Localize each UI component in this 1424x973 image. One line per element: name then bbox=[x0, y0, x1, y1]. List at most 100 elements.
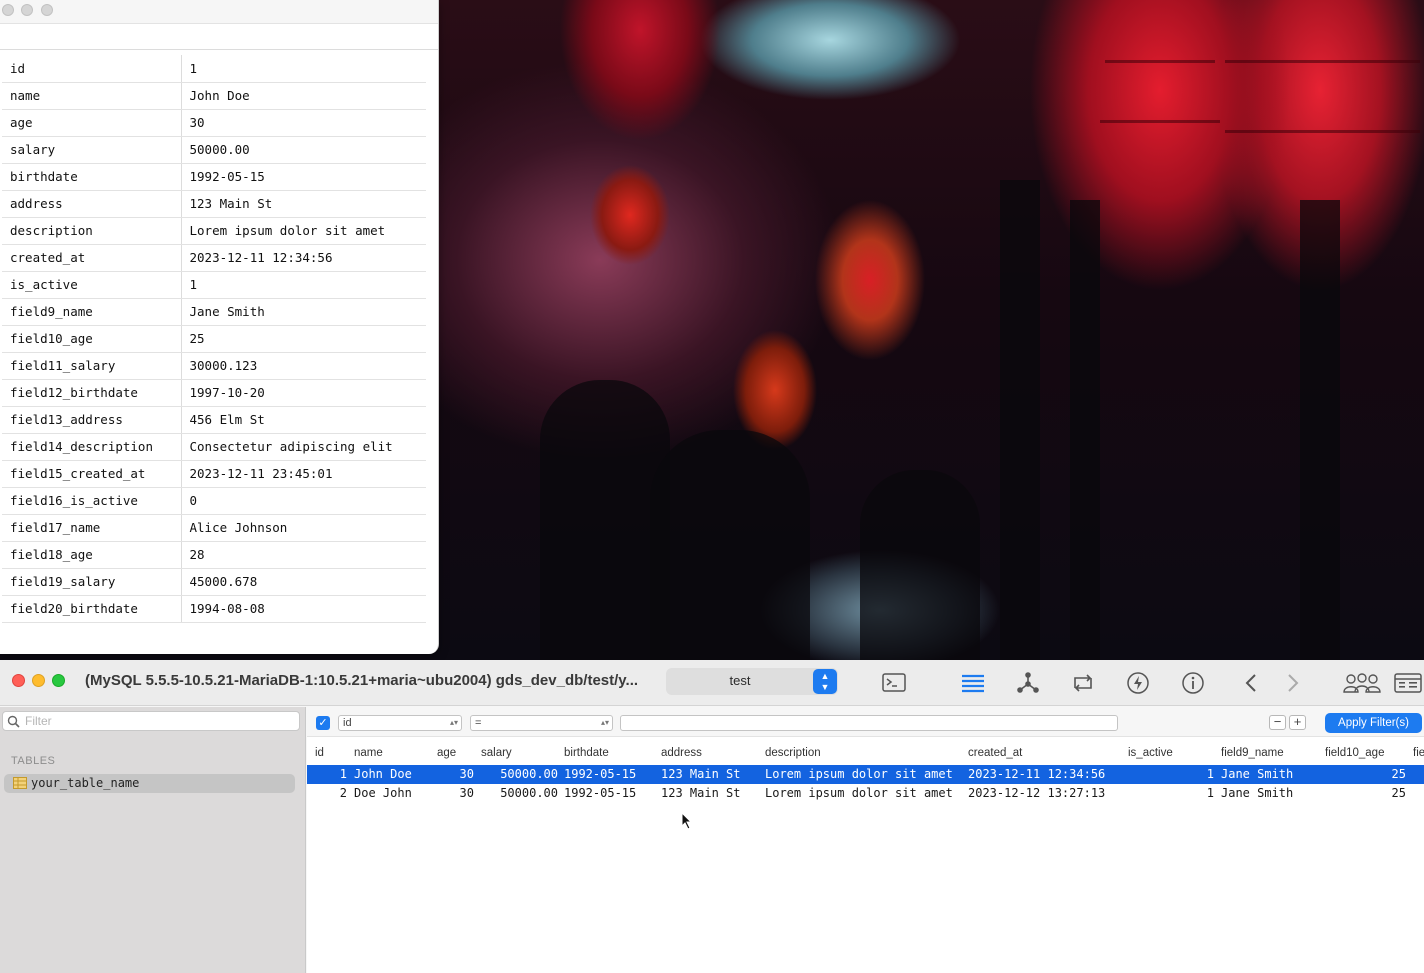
table-filter[interactable] bbox=[2, 711, 300, 731]
field-value[interactable]: Consectetur adipiscing elit bbox=[181, 433, 426, 461]
filter-operator-select[interactable]: = ▴▾ bbox=[470, 715, 613, 731]
mouse-cursor-icon bbox=[681, 812, 693, 830]
field-value[interactable]: 0 bbox=[181, 487, 426, 515]
field-key: age bbox=[2, 109, 182, 137]
field-value[interactable]: 456 Elm St bbox=[181, 406, 426, 434]
cell-birthdate[interactable]: 1992-05-15 bbox=[564, 786, 636, 800]
column-header[interactable]: birthdate bbox=[564, 747, 609, 759]
chevron-updown-icon: ▴▾ bbox=[600, 718, 609, 727]
cell-address[interactable]: 123 Main St bbox=[661, 786, 740, 800]
console-icon[interactable] bbox=[881, 670, 907, 696]
chevron-updown-icon: ▲ ▼ bbox=[813, 669, 837, 694]
forward-icon[interactable] bbox=[1279, 670, 1305, 696]
field-value[interactable]: Alice Johnson bbox=[181, 514, 426, 542]
cell-field10-age[interactable]: 25 bbox=[1325, 786, 1406, 800]
column-header[interactable]: fie bbox=[1413, 747, 1424, 759]
detail-close-button[interactable] bbox=[2, 4, 14, 16]
record-field-row: birthdate 1992-05-15 bbox=[2, 163, 426, 191]
record-field-row: created_at 2023-12-11 12:34:56 bbox=[2, 244, 426, 272]
cell-age[interactable]: 30 bbox=[437, 767, 474, 781]
field-key: field15_created_at bbox=[2, 460, 182, 488]
column-header[interactable]: address bbox=[661, 747, 702, 759]
add-filter-button[interactable]: + bbox=[1289, 715, 1306, 730]
cell-salary[interactable]: 50000.00 bbox=[481, 767, 558, 781]
table-row[interactable]: 1 John Doe 30 50000.00 1992-05-15 123 Ma… bbox=[307, 765, 1424, 784]
filter-operator-value: = bbox=[475, 717, 482, 729]
bolt-icon[interactable] bbox=[1125, 670, 1151, 696]
field-value[interactable]: 30000.123 bbox=[181, 352, 426, 380]
users-icon[interactable] bbox=[1342, 670, 1382, 696]
column-header[interactable]: age bbox=[437, 747, 456, 759]
sidebar-item-table[interactable]: your_table_name bbox=[4, 774, 295, 793]
list-icon[interactable] bbox=[960, 670, 986, 696]
cell-is-active[interactable]: 1 bbox=[1128, 786, 1214, 800]
info-icon[interactable] bbox=[1180, 670, 1206, 696]
filter-value-field[interactable] bbox=[620, 715, 1118, 731]
column-header[interactable]: field9_name bbox=[1221, 747, 1284, 759]
detail-minimize-button[interactable] bbox=[21, 4, 33, 16]
cell-id[interactable]: 1 bbox=[315, 767, 347, 781]
cell-salary[interactable]: 50000.00 bbox=[481, 786, 558, 800]
column-header[interactable]: field10_age bbox=[1325, 747, 1384, 759]
field-value[interactable]: 1992-05-15 bbox=[181, 163, 426, 191]
cell-created-at[interactable]: 2023-12-11 12:34:56 bbox=[968, 767, 1105, 781]
filter-enabled-checkbox[interactable]: ✓ bbox=[316, 716, 330, 730]
filter-field-select[interactable]: id ▴▾ bbox=[338, 715, 462, 731]
column-header[interactable]: salary bbox=[481, 747, 512, 759]
refresh-icon[interactable] bbox=[1070, 670, 1096, 696]
table-row[interactable]: 2 Doe John 30 50000.00 1992-05-15 123 Ma… bbox=[307, 784, 1424, 803]
record-detail-window: id 1 name John Doe age 30 salary 50000.00 birthd… bbox=[0, 0, 439, 654]
field-value[interactable]: Jane Smith bbox=[181, 298, 426, 326]
remove-filter-button[interactable]: − bbox=[1269, 715, 1286, 730]
close-button[interactable] bbox=[12, 674, 25, 687]
field-key: name bbox=[2, 82, 182, 110]
apply-filter-button[interactable]: Apply Filter(s) bbox=[1325, 713, 1422, 733]
table-filter-input[interactable] bbox=[25, 714, 285, 728]
field-value[interactable]: John Doe bbox=[181, 82, 426, 110]
field-value[interactable]: 1 bbox=[181, 55, 426, 83]
record-field-row: field18_age 28 bbox=[2, 541, 426, 569]
database-select[interactable]: test ▲ ▼ bbox=[666, 668, 838, 695]
column-header[interactable]: name bbox=[354, 747, 383, 759]
record-field-row: field13_address 456 Elm St bbox=[2, 406, 426, 434]
column-header[interactable]: id bbox=[315, 747, 324, 759]
field-value[interactable]: 2023-12-11 12:34:56 bbox=[181, 244, 426, 272]
window-icon[interactable] bbox=[1394, 670, 1422, 696]
detail-maximize-button[interactable] bbox=[41, 4, 53, 16]
structure-icon[interactable] bbox=[1015, 670, 1041, 696]
field-value[interactable]: 25 bbox=[181, 325, 426, 353]
cell-name[interactable]: Doe John bbox=[354, 786, 412, 800]
cell-birthdate[interactable]: 1992-05-15 bbox=[564, 767, 636, 781]
field-value[interactable]: 28 bbox=[181, 541, 426, 569]
column-header[interactable]: is_active bbox=[1128, 747, 1173, 759]
field-value[interactable]: 1997-10-20 bbox=[181, 379, 426, 407]
field-value[interactable]: 123 Main St bbox=[181, 190, 426, 218]
cell-field10-age[interactable]: 25 bbox=[1325, 767, 1406, 781]
field-key: field13_address bbox=[2, 406, 182, 434]
data-grid: id name age salary birthdate address des… bbox=[307, 743, 1424, 803]
field-key: description bbox=[2, 217, 182, 245]
cell-address[interactable]: 123 Main St bbox=[661, 767, 740, 781]
cell-field9-name[interactable]: Jane Smith bbox=[1221, 767, 1293, 781]
back-icon[interactable] bbox=[1239, 670, 1265, 696]
cell-id[interactable]: 2 bbox=[315, 786, 347, 800]
field-value[interactable]: 1 bbox=[181, 271, 426, 299]
field-key: field11_salary bbox=[2, 352, 182, 380]
field-value[interactable]: 50000.00 bbox=[181, 136, 426, 164]
column-header[interactable]: created_at bbox=[968, 747, 1022, 759]
cell-field9-name[interactable]: Jane Smith bbox=[1221, 786, 1293, 800]
field-value[interactable]: 30 bbox=[181, 109, 426, 137]
cell-description[interactable]: Lorem ipsum dolor sit amet bbox=[765, 767, 953, 781]
field-value[interactable]: 2023-12-11 23:45:01 bbox=[181, 460, 426, 488]
cell-created-at[interactable]: 2023-12-12 13:27:13 bbox=[968, 786, 1105, 800]
cell-name[interactable]: John Doe bbox=[354, 767, 412, 781]
minimize-button[interactable] bbox=[32, 674, 45, 687]
field-value[interactable]: 1994-08-08 bbox=[181, 595, 426, 623]
field-value[interactable]: 45000.678 bbox=[181, 568, 426, 596]
field-value[interactable]: Lorem ipsum dolor sit amet bbox=[181, 217, 426, 245]
cell-age[interactable]: 30 bbox=[437, 786, 474, 800]
column-header[interactable]: description bbox=[765, 747, 821, 759]
cell-description[interactable]: Lorem ipsum dolor sit amet bbox=[765, 786, 953, 800]
cell-is-active[interactable]: 1 bbox=[1128, 767, 1214, 781]
maximize-button[interactable] bbox=[52, 674, 65, 687]
